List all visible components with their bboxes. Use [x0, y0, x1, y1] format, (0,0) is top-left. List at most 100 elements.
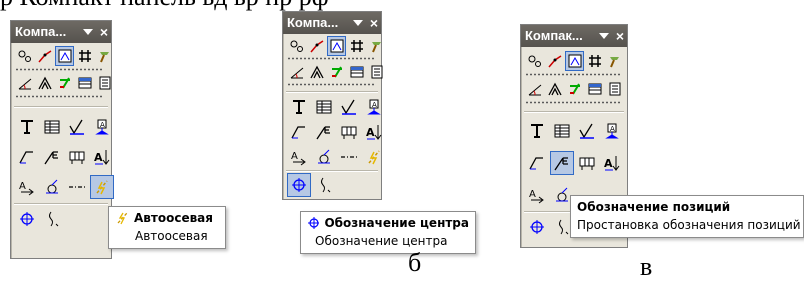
- dimension-icon[interactable]: [565, 51, 584, 71]
- svg-text:A: A: [19, 181, 26, 192]
- svg-text:А: А: [100, 121, 105, 129]
- close-icon[interactable]: ×: [370, 16, 378, 30]
- polyline-icon[interactable]: [545, 79, 564, 99]
- roughness-icon[interactable]: [65, 115, 89, 139]
- hatch-icon[interactable]: [75, 46, 94, 66]
- compact-panel-a: Компа... × А A A: [10, 20, 114, 259]
- close-icon[interactable]: ×: [100, 25, 108, 39]
- tooltip-description: Простановка обозначения позиций: [577, 218, 801, 232]
- polyline-icon[interactable]: [35, 73, 54, 93]
- panel-b-title: Компа...: [287, 15, 339, 30]
- svg-text:А: А: [610, 125, 615, 133]
- base-icon[interactable]: А: [600, 119, 624, 143]
- angle-icon[interactable]: [287, 62, 306, 82]
- text-icon[interactable]: [15, 115, 39, 139]
- form-tolerance-icon[interactable]: [337, 120, 361, 144]
- dimension-icon[interactable]: [327, 36, 346, 56]
- leader-icon[interactable]: [15, 145, 39, 169]
- panel-c-title: Компак...: [525, 28, 583, 43]
- curve-icon[interactable]: [545, 51, 564, 71]
- chevron-down-icon[interactable]: [352, 20, 363, 26]
- table-grid-icon[interactable]: [40, 115, 64, 139]
- arrow-icon[interactable]: A: [525, 183, 549, 207]
- position-icon[interactable]: [550, 151, 574, 175]
- curve-icon[interactable]: [35, 46, 54, 66]
- center-mark-icon[interactable]: [287, 173, 311, 197]
- hammer-icon[interactable]: [605, 51, 624, 71]
- hammer-icon[interactable]: [95, 46, 114, 66]
- wavy-line-icon[interactable]: [40, 207, 64, 231]
- auto-axis-icon: [117, 212, 128, 225]
- check-icon[interactable]: [55, 73, 74, 93]
- arrow-icon[interactable]: A: [287, 145, 311, 169]
- tooltip-auto-axis: Автоосевая Автоосевая: [108, 206, 226, 249]
- document-icon[interactable]: [95, 73, 114, 93]
- axis-icon[interactable]: [65, 175, 89, 199]
- hatch-icon[interactable]: [347, 36, 366, 56]
- subfigure-label-b: б: [408, 248, 422, 277]
- top-caption-text: р Компакт панель ьд ьр пр рф: [0, 0, 329, 12]
- tooltip-position-designation: Обозначение позиций Простановка обозначе…: [570, 195, 804, 238]
- table-icon[interactable]: [347, 62, 366, 82]
- leader-icon[interactable]: [525, 151, 549, 175]
- sort-icon[interactable]: A: [362, 120, 386, 144]
- roughness-icon[interactable]: [575, 119, 599, 143]
- center-mark-icon[interactable]: [525, 215, 549, 239]
- panel-b-titlebar[interactable]: Компа... ×: [283, 12, 381, 34]
- auto-axis-icon[interactable]: [90, 175, 114, 199]
- tooltip-title: Обозначение центра: [324, 216, 469, 230]
- subfigure-label-v: в: [640, 252, 653, 281]
- tooltip-description: Обозначение центра: [315, 234, 448, 248]
- svg-text:A: A: [529, 189, 536, 200]
- form-tolerance-icon[interactable]: [65, 145, 89, 169]
- dimension-icon[interactable]: [55, 46, 74, 66]
- svg-text:A: A: [291, 151, 298, 162]
- point-icon[interactable]: [15, 46, 34, 66]
- table-icon[interactable]: [585, 79, 604, 99]
- close-icon[interactable]: ×: [616, 29, 624, 43]
- sort-icon[interactable]: A: [600, 151, 624, 175]
- roughness-icon[interactable]: [337, 95, 361, 119]
- sort-icon[interactable]: A: [90, 145, 114, 169]
- angle-icon[interactable]: [15, 73, 34, 93]
- chevron-down-icon[interactable]: [82, 29, 93, 35]
- hatch-icon[interactable]: [585, 51, 604, 71]
- document-icon[interactable]: [367, 62, 386, 82]
- position-icon[interactable]: [40, 145, 64, 169]
- text-icon[interactable]: [287, 95, 311, 119]
- svg-text:A: A: [366, 126, 375, 139]
- tooltip-title: Автоосевая: [134, 211, 213, 225]
- curve-icon[interactable]: [307, 36, 326, 56]
- document-icon[interactable]: [605, 79, 624, 99]
- axis-icon[interactable]: [337, 145, 361, 169]
- section-icon[interactable]: [312, 145, 336, 169]
- panel-c-titlebar[interactable]: Компак... ×: [521, 25, 627, 47]
- check-icon[interactable]: [327, 62, 346, 82]
- auto-axis-icon[interactable]: [362, 145, 386, 169]
- svg-text:А: А: [372, 101, 377, 109]
- table-icon[interactable]: [75, 73, 94, 93]
- table-grid-icon[interactable]: [550, 119, 574, 143]
- center-mark-icon[interactable]: [15, 207, 39, 231]
- check-icon[interactable]: [565, 79, 584, 99]
- top-caption-strip: р Компакт панель ьд ьр пр рф: [0, 0, 804, 26]
- polyline-icon[interactable]: [307, 62, 326, 82]
- tooltip-center-mark: Обозначение центра Обозначение центра: [300, 211, 476, 254]
- wavy-line-icon[interactable]: [312, 173, 336, 197]
- leader-icon[interactable]: [287, 120, 311, 144]
- text-icon[interactable]: [525, 119, 549, 143]
- tooltip-description: Автоосевая: [135, 229, 208, 243]
- section-icon[interactable]: [40, 175, 64, 199]
- position-icon[interactable]: [312, 120, 336, 144]
- form-tolerance-icon[interactable]: [575, 151, 599, 175]
- base-icon[interactable]: А: [90, 115, 114, 139]
- arrow-icon[interactable]: A: [15, 175, 39, 199]
- point-icon[interactable]: [525, 51, 544, 71]
- base-icon[interactable]: А: [362, 95, 386, 119]
- table-grid-icon[interactable]: [312, 95, 336, 119]
- hammer-icon[interactable]: [367, 36, 386, 56]
- chevron-down-icon[interactable]: [598, 33, 609, 39]
- angle-icon[interactable]: [525, 79, 544, 99]
- point-icon[interactable]: [287, 36, 306, 56]
- panel-a-titlebar[interactable]: Компа... ×: [11, 21, 111, 43]
